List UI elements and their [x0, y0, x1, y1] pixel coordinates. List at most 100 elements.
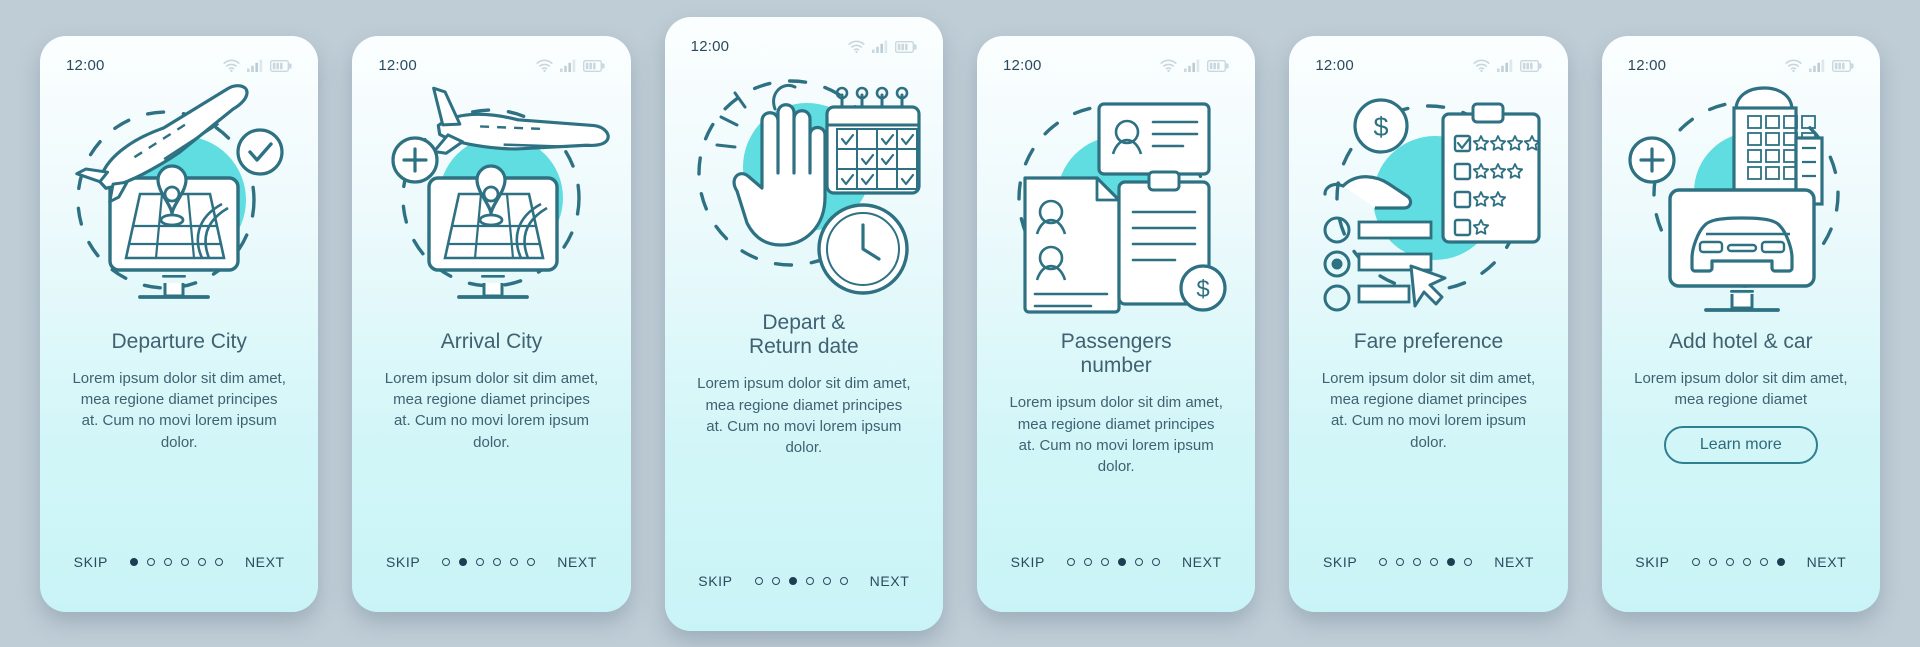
next-button[interactable]: NEXT	[245, 554, 285, 570]
battery-icon	[1831, 59, 1854, 72]
page-dot-2[interactable]	[771, 576, 780, 585]
onboarding-screen-2: 12:00 Arrival City Lorem ipsum dolor sit…	[352, 35, 631, 612]
page-dot-1[interactable]	[1379, 557, 1388, 566]
page-dot-4[interactable]	[493, 557, 502, 566]
plus-badge-icon	[1628, 135, 1676, 184]
page-dot-6[interactable]	[1151, 557, 1160, 566]
wifi-icon	[536, 59, 553, 72]
page-dot-4[interactable]	[1430, 557, 1439, 566]
clock-icon	[817, 202, 909, 295]
svg-text:$: $	[1196, 276, 1209, 303]
status-clock: 12:00	[1315, 57, 1354, 74]
dollar-badge-icon: $	[1179, 263, 1227, 312]
cellular-signal-icon	[1184, 59, 1200, 72]
battery-icon	[1519, 59, 1542, 72]
wifi-icon	[1473, 59, 1490, 72]
status-clock: 12:00	[690, 38, 730, 55]
text-block: Depart & Return date Lorem ipsum dolor s…	[665, 311, 943, 545]
page-dot-3[interactable]	[1725, 557, 1734, 566]
page-dot-1[interactable]	[1691, 557, 1700, 566]
text-block: Add hotel & car Lorem ipsum dolor sit di…	[1602, 330, 1880, 526]
skip-button[interactable]: SKIP	[698, 573, 732, 589]
svg-text:$: $	[1374, 112, 1389, 142]
skip-button[interactable]: SKIP	[386, 554, 420, 570]
screen-description: Lorem ipsum dolor sit dim amet, mea regi…	[1321, 369, 1536, 451]
hotel-building-icon	[1732, 85, 1824, 206]
screen-navigation: SKIP NEXT	[977, 526, 1255, 612]
status-bar: 12:00	[977, 36, 1255, 82]
next-button[interactable]: NEXT	[870, 573, 910, 589]
page-dot-3[interactable]	[476, 557, 485, 566]
screen-navigation: SKIP NEXT	[40, 526, 318, 612]
page-dot-2[interactable]	[1083, 557, 1092, 566]
page-dot-6[interactable]	[1464, 557, 1473, 566]
battery-icon	[895, 40, 917, 53]
screen-description: Lorem ipsum dolor sit dim amet, mea regi…	[1634, 369, 1848, 409]
page-dot-5[interactable]	[510, 557, 519, 566]
screen-title: Add hotel & car	[1669, 329, 1813, 353]
onboarding-screen-3: 12:00 Depart & Return date Lorem ipsum d…	[664, 16, 943, 631]
page-dot-5[interactable]	[1134, 557, 1143, 566]
page-dot-2[interactable]	[146, 557, 155, 566]
skip-button[interactable]: SKIP	[1635, 554, 1669, 570]
next-button[interactable]: NEXT	[557, 554, 597, 570]
rating-checklist-icon	[1441, 102, 1542, 244]
page-dot-3[interactable]	[788, 576, 797, 585]
passenger-documents-illustration: $	[1017, 101, 1227, 314]
next-button[interactable]: NEXT	[1182, 554, 1222, 570]
hotel-car-monitor-illustration	[1628, 85, 1840, 312]
page-dot-5[interactable]	[822, 576, 831, 585]
wifi-icon	[1785, 59, 1802, 72]
page-dot-6[interactable]	[1776, 557, 1785, 566]
id-card-top	[1097, 101, 1211, 176]
page-dot-1[interactable]	[442, 557, 451, 566]
calendar-icon	[825, 86, 921, 195]
status-bar: 12:00	[665, 17, 943, 63]
page-dot-1[interactable]	[129, 557, 138, 566]
page-dot-2[interactable]	[459, 557, 468, 566]
cellular-signal-icon	[872, 40, 888, 53]
next-button[interactable]: NEXT	[1494, 554, 1534, 570]
screen-title: Depart & Return date	[748, 310, 859, 358]
page-dot-5[interactable]	[1759, 557, 1768, 566]
status-icons	[1160, 59, 1229, 72]
cellular-signal-icon	[559, 59, 575, 72]
page-dot-4[interactable]	[180, 557, 189, 566]
battery-icon	[1207, 59, 1229, 72]
page-dot-2[interactable]	[1396, 557, 1405, 566]
skip-button[interactable]: SKIP	[74, 554, 108, 570]
page-dot-1[interactable]	[754, 576, 763, 585]
illustration: $	[977, 82, 1255, 330]
page-dot-6[interactable]	[839, 576, 848, 585]
skip-button[interactable]: SKIP	[1011, 554, 1045, 570]
page-dot-3[interactable]	[1100, 557, 1109, 566]
page-dot-3[interactable]	[1413, 557, 1422, 566]
screen-title: Passengers number	[1060, 329, 1172, 377]
page-dot-2[interactable]	[1708, 557, 1717, 566]
page-dot-1[interactable]	[1066, 557, 1075, 566]
skip-button[interactable]: SKIP	[1323, 554, 1357, 570]
onboarding-screens-board: 12:00 Departure City Lorem ipsum dolor s…	[0, 0, 1920, 647]
page-indicator-dots	[442, 557, 536, 566]
next-button[interactable]: NEXT	[1807, 554, 1847, 570]
cellular-signal-icon	[1496, 59, 1512, 72]
status-bar: 12:00	[1289, 36, 1567, 82]
illustration: $	[1289, 82, 1567, 330]
screen-description: Lorem ipsum dolor sit dim amet, mea regi…	[384, 369, 599, 451]
screen-description: Lorem ipsum dolor sit dim amet, mea regi…	[697, 375, 911, 457]
page-dot-6[interactable]	[214, 557, 223, 566]
screen-title: Departure City	[111, 329, 247, 353]
screen-navigation: SKIP NEXT	[665, 545, 943, 631]
dollar-coin-icon: $	[1353, 97, 1410, 154]
page-dot-4[interactable]	[1742, 557, 1751, 566]
screen-title: Arrival City	[440, 329, 543, 353]
page-dot-4[interactable]	[805, 576, 814, 585]
text-block: Fare preference Lorem ipsum dolor sit di…	[1289, 330, 1567, 526]
learn-more-button[interactable]: Learn more	[1663, 426, 1818, 465]
page-dot-3[interactable]	[163, 557, 172, 566]
page-dot-4[interactable]	[1117, 557, 1126, 566]
page-dot-5[interactable]	[197, 557, 206, 566]
page-dot-5[interactable]	[1447, 557, 1456, 566]
screen-navigation: SKIP NEXT	[1602, 526, 1880, 612]
page-dot-6[interactable]	[527, 557, 536, 566]
